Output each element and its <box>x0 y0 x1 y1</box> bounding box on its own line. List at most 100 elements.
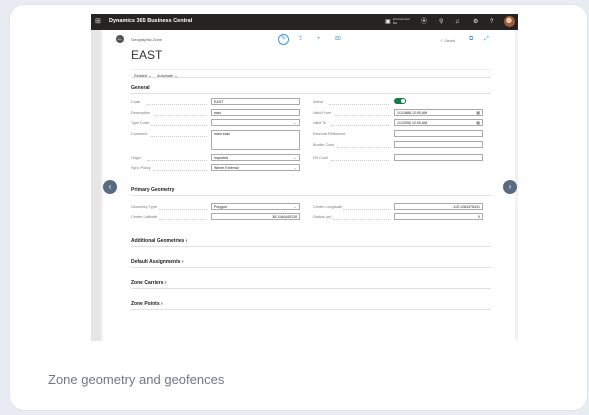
environment-line2: Bis <box>393 21 398 25</box>
border-color-field[interactable] <box>394 141 483 148</box>
center-latitude-label: Center Latitude <box>131 215 157 219</box>
fill-color-leader <box>331 160 389 161</box>
code-leader <box>147 104 207 105</box>
automate-menu[interactable]: Automate ⌄ <box>157 73 178 78</box>
geometry-type-select[interactable]: Polygon ⌄ <box>211 203 300 210</box>
radius-label: Radius (m) <box>313 215 332 219</box>
bell-icon[interactable]: ♫ <box>455 18 460 26</box>
additional-geometries-divider <box>131 246 491 247</box>
edit-button[interactable]: ✎ <box>278 34 289 45</box>
external-reference-field[interactable] <box>394 130 483 137</box>
carousel-prev-button[interactable]: ‹ <box>103 180 117 194</box>
open-new-window-icon[interactable]: ⧉ <box>469 36 473 43</box>
origin-leader <box>147 160 207 161</box>
comment-label: Comment <box>131 132 148 136</box>
active-leader <box>329 104 389 105</box>
border-color-label: Border Color <box>313 143 335 147</box>
zone-points-divider <box>131 309 491 310</box>
sync-policy-select[interactable]: Wimer External ⌄ <box>211 164 300 171</box>
valid-from-leader <box>335 115 389 116</box>
copilot-icon[interactable]: ⦿ <box>421 18 427 26</box>
border-color-leader <box>337 147 389 148</box>
additional-geometries-heading[interactable]: Additional Geometries › <box>131 238 187 244</box>
origin-label: Origin <box>131 156 142 160</box>
primary-geometry-divider <box>131 195 491 196</box>
settings-icon[interactable]: ⚙ <box>473 18 478 26</box>
expand-icon[interactable]: ⤢ <box>484 36 489 43</box>
zone-carriers-heading[interactable]: Zone Carriers › <box>131 280 167 286</box>
comment-field[interactable]: main east <box>211 130 300 150</box>
origin-value: Imported <box>214 156 229 160</box>
code-field[interactable]: EAST <box>211 98 300 105</box>
carousel-next-button[interactable]: › <box>503 180 517 194</box>
action-menu: Related ⌄ Automate ⌄ <box>131 69 491 78</box>
valid-to-leader <box>331 125 389 126</box>
delete-button[interactable]: ⌧ <box>335 36 341 43</box>
general-divider <box>131 93 491 94</box>
fill-color-field[interactable] <box>394 154 483 161</box>
sync-policy-label: Sync Policy <box>131 166 151 170</box>
share-button[interactable]: ⇪ <box>298 36 303 43</box>
zone-carriers-divider <box>131 288 491 289</box>
environment-icon[interactable]: ▣ <box>385 18 391 26</box>
waffle-icon[interactable]: ⊞ <box>95 18 103 26</box>
comment-leader <box>151 136 207 137</box>
radius-field[interactable]: 0 <box>394 213 483 220</box>
type-code-leader <box>151 125 207 126</box>
external-reference-label: External Reference <box>313 132 346 136</box>
page-title: EAST <box>131 48 163 62</box>
default-assignments-heading[interactable]: Default Assignments › <box>131 259 184 265</box>
primary-geometry-heading[interactable]: Primary Geometry <box>131 187 174 193</box>
valid-from-value: 1/1/1888 12:00 AM <box>397 111 428 115</box>
help-icon[interactable]: ? <box>490 18 493 26</box>
search-icon[interactable]: ⚲ <box>439 18 443 26</box>
valid-to-label: Valid To <box>313 121 327 125</box>
general-heading[interactable]: General <box>131 85 150 91</box>
environment-indicator[interactable]: Environment Bis <box>393 17 410 25</box>
valid-to-value: 1/1/2050 12:00 AM <box>397 121 428 125</box>
breadcrumb: Geographic Zone <box>131 37 162 42</box>
zone-points-heading[interactable]: Zone Points › <box>131 301 163 307</box>
geometry-type-label: Geometry Type <box>131 205 157 209</box>
fill-color-label: Fill Color <box>313 156 328 160</box>
active-toggle[interactable] <box>394 98 406 104</box>
sync-policy-leader <box>153 170 207 171</box>
origin-select[interactable]: Imported ⌄ <box>211 154 300 161</box>
saved-status: ✓ Saved <box>440 39 456 43</box>
valid-from-field[interactable]: 1/1/1888 12:00 AM ▦ <box>394 109 483 116</box>
left-strip <box>91 30 101 341</box>
center-latitude-leader <box>159 219 207 220</box>
chevron-down-icon: ⌄ <box>293 155 297 160</box>
add-button[interactable]: + <box>317 36 321 43</box>
valid-from-label: Valid From <box>313 111 332 115</box>
center-longitude-label: Center Longitude <box>313 205 343 209</box>
description-field[interactable]: east <box>211 109 300 116</box>
related-menu[interactable]: Related ⌄ <box>134 73 151 78</box>
center-longitude-leader <box>343 209 389 210</box>
back-button[interactable]: ← <box>116 35 124 43</box>
app-name[interactable]: Dynamics 365 Business Central <box>109 18 192 24</box>
default-assignments-divider <box>131 267 491 268</box>
center-longitude-field[interactable]: -119.1284476431 <box>394 203 483 210</box>
valid-to-field[interactable]: 1/1/2050 12:00 AM ▦ <box>394 119 483 126</box>
geometry-type-value: Polygon <box>214 205 227 209</box>
caption: Zone geometry and geofences <box>48 372 225 387</box>
active-label: Active <box>313 100 324 104</box>
center-latitude-field[interactable]: 38.1184445128 <box>211 213 300 220</box>
calendar-icon[interactable]: ▦ <box>476 110 480 115</box>
calendar-icon[interactable]: ▦ <box>476 120 480 125</box>
description-label: Description <box>131 111 150 115</box>
type-code-label: Type Code <box>131 121 150 125</box>
top-bar: ⊞ Dynamics 365 Business Central Environm… <box>91 14 518 30</box>
screenshot-frame: ⊞ Dynamics 365 Business Central Environm… <box>91 14 518 341</box>
sync-policy-value: Wimer External <box>214 166 239 170</box>
radius-leader <box>333 219 389 220</box>
avatar[interactable] <box>504 16 515 27</box>
chevron-down-icon: ⌄ <box>293 165 297 170</box>
chevron-down-icon: ⌄ <box>293 204 297 209</box>
type-code-select[interactable]: ⌄ <box>211 119 300 126</box>
geometry-type-leader <box>159 209 207 210</box>
code-label: Code <box>131 100 141 104</box>
chevron-down-icon: ⌄ <box>293 120 297 125</box>
description-leader <box>155 115 207 116</box>
